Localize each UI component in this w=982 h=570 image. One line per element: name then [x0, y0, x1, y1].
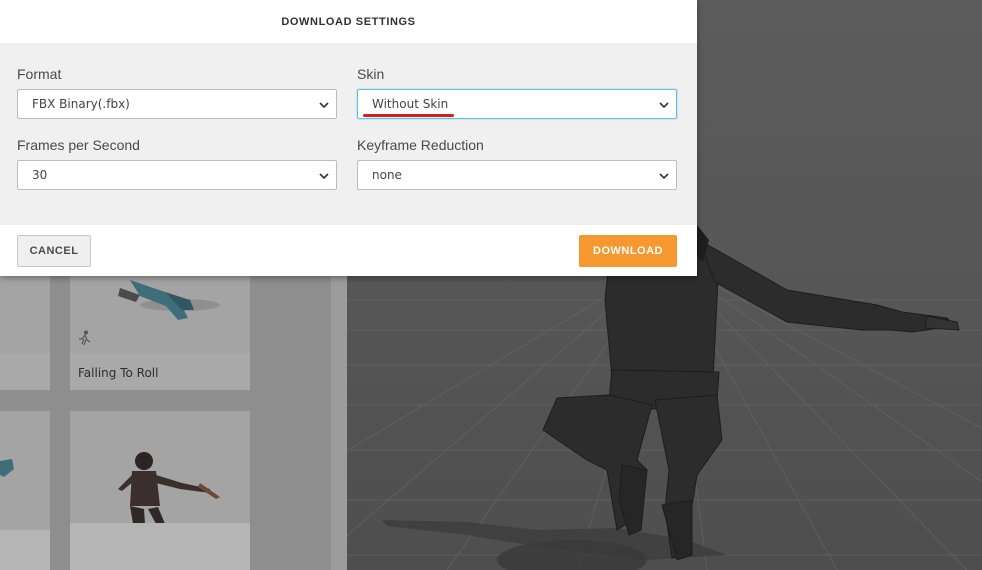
keyframe-reduction-select[interactable]: none — [357, 160, 677, 190]
fps-select-value: 30 — [32, 168, 48, 182]
cancel-button[interactable]: CANCEL — [17, 235, 91, 267]
dialog-title: DOWNLOAD SETTINGS — [281, 15, 416, 28]
chevron-down-icon — [319, 173, 329, 180]
keyframe-reduction-field: Keyframe Reduction none — [357, 136, 677, 190]
annotation-underline — [363, 114, 454, 117]
keyframe-reduction-label: Keyframe Reduction — [357, 137, 484, 153]
chevron-down-icon — [319, 102, 329, 109]
dialog-body: Format FBX Binary(.fbx) Skin Without Ski… — [0, 43, 697, 225]
animation-card-label: Falling To Roll — [78, 366, 159, 380]
skin-label: Skin — [357, 66, 385, 82]
animation-card[interactable] — [70, 411, 250, 570]
format-select-value: FBX Binary(.fbx) — [32, 97, 130, 111]
chevron-down-icon — [659, 173, 669, 180]
chevron-down-icon — [659, 102, 669, 109]
format-select[interactable]: FBX Binary(.fbx) — [17, 89, 337, 119]
download-settings-dialog: DOWNLOAD SETTINGS Format FBX Binary(.fbx… — [0, 0, 697, 276]
fps-select[interactable]: 30 — [17, 160, 337, 190]
skin-select[interactable]: Without Skin — [357, 89, 677, 119]
skin-field: Skin Without Skin — [357, 65, 677, 119]
format-label: Format — [17, 66, 62, 82]
animation-thumbnail — [70, 411, 250, 570]
download-button[interactable]: DOWNLOAD — [579, 235, 677, 267]
fps-field: Frames per Second 30 — [17, 136, 337, 190]
animation-card[interactable] — [0, 411, 50, 570]
run-icon — [79, 330, 91, 346]
keyframe-reduction-select-value: none — [372, 168, 402, 182]
dialog-footer: CANCEL DOWNLOAD — [0, 225, 697, 276]
format-field: Format FBX Binary(.fbx) — [17, 65, 337, 119]
fps-label: Frames per Second — [17, 137, 140, 153]
animation-thumbnail — [0, 411, 50, 570]
